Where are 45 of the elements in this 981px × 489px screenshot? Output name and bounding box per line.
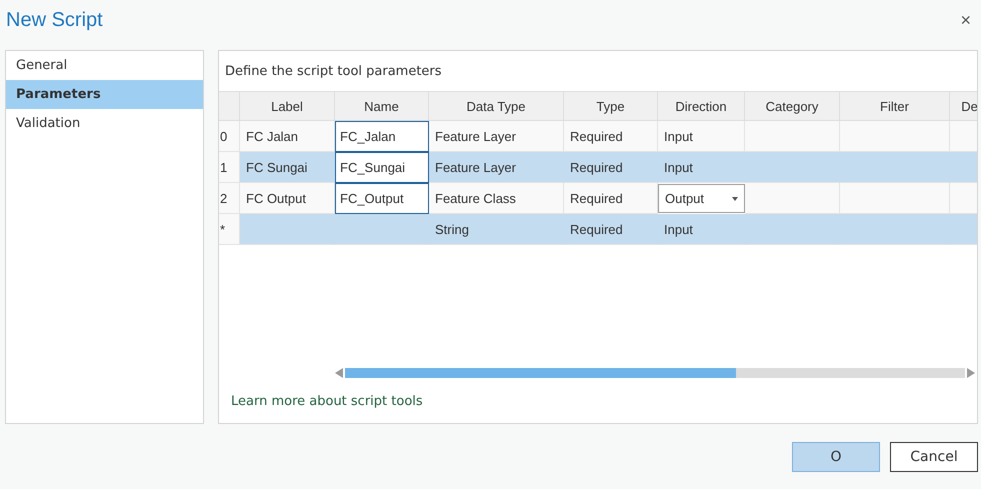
table-cell: Feature Layer bbox=[429, 121, 564, 152]
sidebar-item[interactable]: General bbox=[6, 51, 203, 80]
row-index: 1 bbox=[219, 152, 240, 183]
name-field[interactable]: FC_Sungai bbox=[335, 152, 429, 183]
name-field[interactable]: FC_Output bbox=[335, 183, 429, 214]
scrollbar-track[interactable] bbox=[345, 368, 965, 378]
dropdown-value: Output bbox=[665, 191, 704, 206]
table-cell: Required bbox=[564, 152, 658, 183]
scrollbar-thumb[interactable] bbox=[345, 368, 736, 378]
caret-icon bbox=[732, 196, 738, 200]
table-cell: Input bbox=[658, 121, 745, 152]
cancel-button[interactable]: Cancel bbox=[890, 442, 978, 472]
column-header[interactable]: Data Type bbox=[429, 91, 564, 121]
table-cell: Required bbox=[564, 121, 658, 152]
column-header[interactable]: Direction bbox=[658, 91, 745, 121]
scroll-left-icon[interactable] bbox=[335, 368, 343, 378]
scroll-right-icon[interactable] bbox=[967, 368, 975, 378]
column-header[interactable]: Category bbox=[745, 91, 840, 121]
ok-button[interactable]: O bbox=[792, 442, 880, 472]
table-cell: Feature Layer bbox=[429, 152, 564, 183]
table-cell: Required bbox=[564, 183, 658, 214]
row-index: 2 bbox=[219, 183, 240, 214]
table-cell: String bbox=[429, 214, 564, 245]
table-cell: Feature Class bbox=[429, 183, 564, 214]
sidebar-item[interactable]: Parameters bbox=[6, 80, 203, 109]
column-header[interactable]: Name bbox=[335, 91, 429, 121]
sidebar-item[interactable]: Validation bbox=[6, 109, 203, 138]
column-header[interactable]: Filter bbox=[840, 91, 950, 121]
column-header[interactable]: Type bbox=[564, 91, 658, 121]
table-cell: Input bbox=[658, 214, 745, 245]
direction-dropdown[interactable]: Output bbox=[658, 184, 745, 213]
table-cell: FC Output bbox=[240, 183, 335, 214]
table-cell: FC Jalan bbox=[240, 121, 335, 152]
name-field[interactable]: FC_Jalan bbox=[335, 121, 429, 152]
row-index: 0 bbox=[219, 121, 240, 152]
close-button[interactable]: × bbox=[958, 10, 973, 30]
table-cell: Input bbox=[658, 152, 745, 183]
column-header[interactable]: Label bbox=[240, 91, 335, 121]
column-header[interactable]: De bbox=[950, 91, 977, 121]
table-cell: Required bbox=[564, 214, 658, 245]
table-cell: FC Sungai bbox=[240, 152, 335, 183]
help-link[interactable]: Learn more about script tools bbox=[219, 380, 435, 423]
window-title: New Script bbox=[6, 8, 103, 32]
row-index: * bbox=[219, 214, 240, 245]
panel-heading: Define the script tool parameters bbox=[224, 62, 443, 80]
